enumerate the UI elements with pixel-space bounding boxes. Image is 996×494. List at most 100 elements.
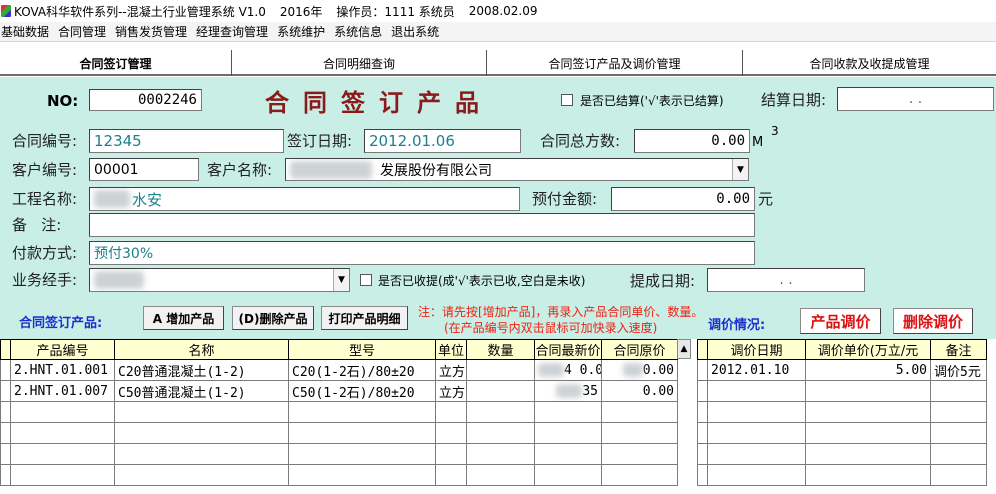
menu-sales-shipping[interactable]: 销售发货管理 — [114, 23, 193, 40]
remark-field[interactable] — [89, 213, 755, 237]
cell-product-no[interactable]: 2.HNT.01.007 — [10, 380, 115, 402]
cell-adjust-remark[interactable]: 调价5元 — [930, 359, 987, 381]
price-adjust-table[interactable]: 调价日期 调价单价(万立/元 备注 2012.01.10 5.00 调价5元 — [697, 339, 987, 486]
collected-check-label: 是否已收提(成'√'表示已收,空白是未收) — [378, 274, 586, 288]
manager-select[interactable]: ▼ — [89, 268, 350, 292]
redacted-project-prefix — [94, 190, 130, 208]
table-row[interactable]: 2012.01.10 5.00 调价5元 — [697, 359, 987, 381]
table-row[interactable] — [0, 401, 678, 423]
customer-name-value: 发展股份有限公司 — [380, 162, 492, 179]
delete-adjustment-button[interactable]: 删除调价 — [893, 308, 973, 334]
price-adjust-section-label: 调价情况: — [708, 318, 766, 333]
col-header-unit[interactable]: 单位 — [435, 339, 467, 360]
prepaid-field[interactable]: 0.00 — [611, 187, 755, 211]
cell-model[interactable]: C50(1-2石)/80±20 — [288, 380, 436, 402]
table-row[interactable] — [697, 443, 987, 465]
print-product-detail-button[interactable]: 打印产品明细 — [321, 306, 408, 330]
redacted-manager — [94, 271, 144, 289]
table-row[interactable] — [0, 443, 678, 465]
prepaid-unit: 元 — [758, 190, 774, 208]
remark-label: 备 注: — [12, 216, 62, 234]
cell-quantity[interactable] — [466, 359, 535, 381]
products-section-label: 合同签订产品: — [19, 316, 103, 331]
col-header-product-no[interactable]: 产品编号 — [10, 339, 115, 360]
cell-adjust-date[interactable]: 2012.01.10 — [707, 359, 806, 381]
menu-bar: 基础数据 合同管理 销售发货管理 经理查询管理 系统维护 系统信息 退出系统 — [0, 22, 996, 42]
tab-contract-products-pricing[interactable]: 合同签订产品及调价管理 — [487, 50, 743, 76]
title-operator: 操作员：1111 系统员 — [336, 4, 455, 19]
original-price-value: 0.00 — [642, 362, 674, 378]
cell-original-price[interactable]: 0.00 — [601, 359, 678, 381]
menu-system-info[interactable]: 系统信息 — [333, 23, 388, 40]
tab-contract-signing[interactable]: 合同签订管理 — [0, 50, 232, 76]
contract-no-field[interactable]: 12345 — [89, 129, 284, 153]
contract-no-label: 合同编号: — [12, 132, 78, 150]
cell-original-price[interactable]: 0.00 — [601, 380, 678, 402]
collected-checkbox[interactable] — [360, 274, 372, 286]
cell-name[interactable]: C20普通混凝土(1-2) — [114, 359, 289, 381]
col-header-quantity[interactable]: 数量 — [466, 339, 535, 360]
no-field[interactable]: 0002246 — [89, 89, 202, 111]
col-header-latest-price[interactable]: 合同最新价 — [534, 339, 602, 360]
tab-contract-payments[interactable]: 合同收款及收提成管理 — [743, 50, 996, 76]
menu-contract[interactable]: 合同管理 — [57, 23, 112, 40]
col-header-original-price[interactable]: 合同原价 — [601, 339, 678, 360]
cell-latest-price[interactable]: 35 — [534, 380, 602, 402]
row-selector[interactable] — [0, 380, 11, 402]
menu-manager-query[interactable]: 经理查询管理 — [195, 23, 274, 40]
col-header-name[interactable]: 名称 — [114, 339, 289, 360]
table-row[interactable] — [697, 422, 987, 444]
customer-no-label: 客户编号: — [12, 161, 78, 179]
table-row[interactable] — [697, 401, 987, 423]
adjust-price-button[interactable]: 产品调价 — [800, 308, 881, 334]
table-row[interactable]: 2.HNT.01.007 C50普通混凝土(1-2) C50(1-2石)/80±… — [0, 380, 678, 402]
redacted-price — [538, 363, 564, 377]
payment-label: 付款方式: — [12, 244, 78, 262]
title-date: 2008.02.09 — [468, 4, 538, 18]
cell-adjust-price[interactable]: 5.00 — [805, 359, 931, 381]
table-row[interactable]: 2.HNT.01.001 C20普通混凝土(1-2) C20(1-2石)/80±… — [0, 359, 678, 381]
customer-name-select[interactable]: 发展股份有限公司 ▼ — [285, 158, 749, 181]
col-header-model[interactable]: 型号 — [288, 339, 436, 360]
payment-field[interactable]: 预付30% — [89, 241, 755, 265]
chevron-down-icon[interactable]: ▼ — [732, 159, 748, 180]
sign-date-field[interactable]: 2012.01.06 — [364, 129, 521, 153]
commission-date-field[interactable]: . . — [707, 268, 865, 292]
delete-product-button[interactable]: (D)删除产品 — [232, 306, 314, 330]
menu-basic-data[interactable]: 基础数据 — [0, 23, 55, 40]
col-header-adjust-price[interactable]: 调价单价(万立/元 — [805, 339, 931, 360]
cell-quantity[interactable] — [466, 380, 535, 402]
product-table-scroll-up-icon[interactable]: ▲ — [677, 339, 691, 359]
commission-date-label: 提成日期: — [630, 272, 696, 290]
unit-cubic: 3 — [771, 124, 779, 138]
table-row[interactable] — [0, 464, 678, 486]
cell-product-no[interactable]: 2.HNT.01.001 — [10, 359, 115, 381]
row-selector[interactable] — [697, 359, 708, 381]
menu-exit[interactable]: 退出系统 — [390, 23, 445, 40]
cell-latest-price[interactable]: 4 0.0 — [534, 359, 602, 381]
col-header-adjust-date[interactable]: 调价日期 — [707, 339, 806, 360]
cell-model[interactable]: C20(1-2石)/80±20 — [288, 359, 436, 381]
prepaid-label: 预付金额: — [532, 190, 598, 208]
sign-date-label: 签订日期: — [287, 132, 353, 150]
table-row[interactable] — [697, 464, 987, 486]
chevron-down-icon[interactable]: ▼ — [333, 269, 349, 291]
row-selector-header — [0, 339, 11, 360]
table-row[interactable] — [697, 380, 987, 402]
total-volume-field[interactable]: 0.00 — [634, 129, 750, 153]
settled-checkbox[interactable] — [561, 94, 573, 106]
tab-contract-detail-query[interactable]: 合同明细查询 — [232, 50, 487, 76]
product-table[interactable]: 产品编号 名称 型号 单位 数量 合同最新价 合同原价 2.HNT.01.001… — [0, 339, 678, 486]
cell-unit[interactable]: 立方 — [435, 380, 467, 402]
menu-system-maintenance[interactable]: 系统维护 — [276, 23, 331, 40]
latest-price-value: 4 0.0 — [564, 362, 602, 378]
table-row[interactable] — [0, 422, 678, 444]
add-product-button[interactable]: A 增加产品 — [143, 306, 224, 330]
cell-name[interactable]: C50普通混凝土(1-2) — [114, 380, 289, 402]
customer-no-field[interactable]: 00001 — [89, 158, 199, 181]
cell-unit[interactable]: 立方 — [435, 359, 467, 381]
project-field[interactable]: 水安 — [89, 187, 520, 211]
row-selector[interactable] — [0, 359, 11, 381]
col-header-remark[interactable]: 备注 — [930, 339, 987, 360]
settle-date-field[interactable]: . . — [837, 87, 994, 111]
